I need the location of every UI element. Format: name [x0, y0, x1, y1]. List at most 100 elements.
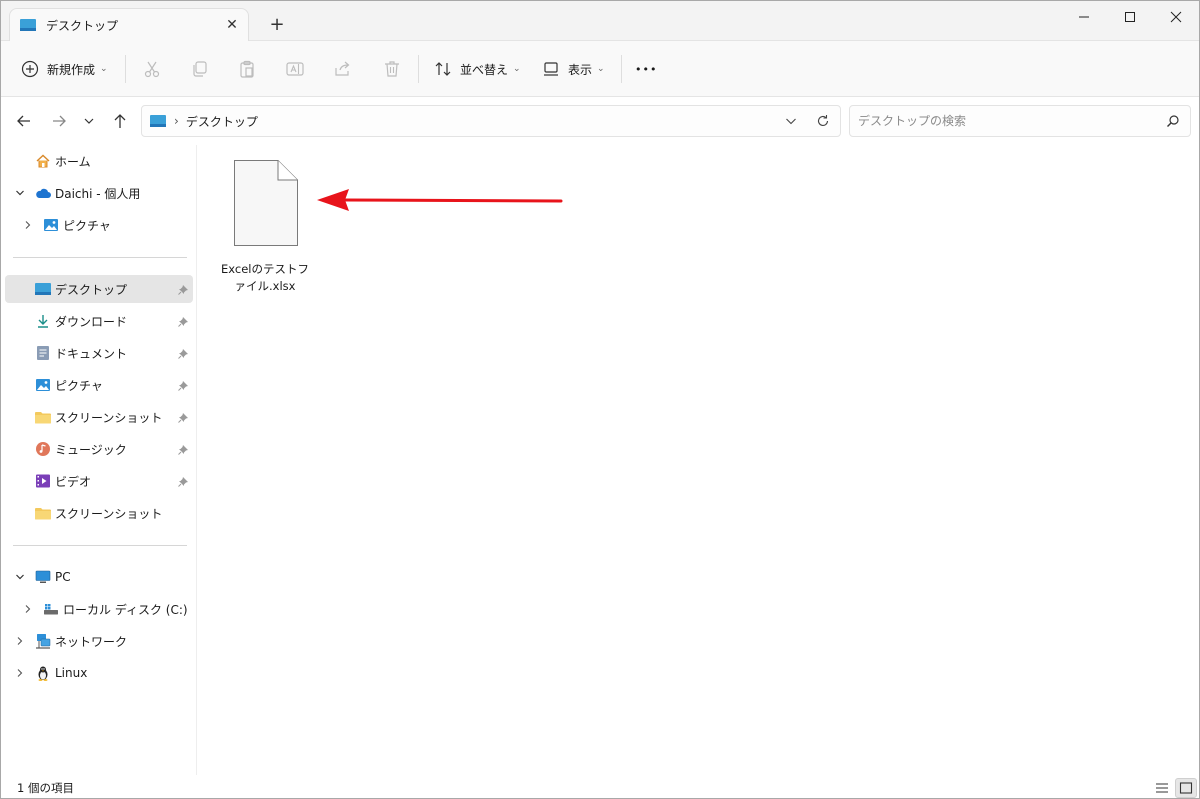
- sidebar-item-label: ピクチャ: [63, 218, 111, 233]
- forward-button[interactable]: [45, 107, 73, 135]
- command-bar: 新規作成 ⌄ 並べ替え ⌄ 表示 ⌄ •••: [1, 41, 1199, 97]
- search-icon[interactable]: [1166, 114, 1180, 131]
- sidebar-item-pictures[interactable]: ピクチャ: [5, 371, 193, 399]
- sidebar-item-onedrive-pictures[interactable]: ピクチャ: [5, 211, 193, 239]
- desktop-folder-icon: [35, 281, 51, 297]
- tab-close-button[interactable]: ✕: [216, 13, 248, 37]
- arrow-up-icon: [114, 114, 126, 128]
- large-icons-icon: [1179, 782, 1193, 794]
- pin-icon[interactable]: [177, 379, 189, 391]
- search-input[interactable]: [858, 114, 1148, 128]
- sidebar-item-home[interactable]: ホーム: [5, 147, 193, 175]
- view-button[interactable]: 表示 ⌄: [542, 53, 605, 85]
- pictures-icon: [43, 217, 59, 233]
- maximize-button[interactable]: [1107, 1, 1153, 33]
- minimize-button[interactable]: [1061, 1, 1107, 33]
- address-row: › デスクトップ: [1, 97, 1199, 145]
- sort-button-label: 並べ替え: [460, 62, 509, 77]
- copy-icon: [193, 61, 207, 77]
- blank-file-icon: [234, 160, 298, 246]
- refresh-button[interactable]: [812, 112, 834, 130]
- chevron-down-icon: [84, 118, 94, 124]
- desktop-folder-icon: [150, 115, 166, 127]
- paste-button[interactable]: [237, 53, 257, 85]
- sidebar-item-pc[interactable]: PC: [5, 563, 193, 591]
- red-arrow-annotation: [317, 189, 563, 211]
- pin-icon[interactable]: [177, 315, 189, 327]
- tab-title: デスクトップ: [46, 18, 119, 33]
- sidebar-item-local-disk[interactable]: ローカル ディスク (C:): [5, 595, 193, 623]
- rename-button[interactable]: [285, 53, 305, 85]
- pin-icon[interactable]: [177, 283, 189, 295]
- rename-icon: [286, 62, 304, 76]
- toolbar-divider: [418, 55, 419, 83]
- up-button[interactable]: [106, 107, 134, 135]
- sidebar-item-downloads[interactable]: ダウンロード: [5, 307, 193, 335]
- navigation-pane: ホーム Daichi - 個人用 ピクチャ デスクトップ ダウンロード ドキュメ…: [1, 145, 197, 775]
- sidebar-item-documents[interactable]: ドキュメント: [5, 339, 193, 367]
- delete-button[interactable]: [382, 53, 402, 85]
- sidebar-item-network[interactable]: ネットワーク: [5, 627, 193, 655]
- back-button[interactable]: [10, 107, 38, 135]
- chevron-down-icon[interactable]: [13, 186, 27, 200]
- status-bar: 1 個の項目: [1, 775, 1199, 798]
- sidebar-item-label: ピクチャ: [55, 378, 103, 393]
- download-icon: [35, 313, 51, 329]
- sidebar-item-onedrive[interactable]: Daichi - 個人用: [5, 179, 193, 207]
- recent-locations-button[interactable]: [75, 107, 103, 135]
- pc-icon: [35, 569, 51, 585]
- trash-icon: [385, 61, 399, 77]
- sidebar-item-label: ネットワーク: [55, 634, 128, 649]
- breadcrumb-desktop[interactable]: デスクトップ: [186, 113, 258, 130]
- more-options-button[interactable]: •••: [635, 53, 657, 85]
- chevron-right-icon[interactable]: [13, 666, 27, 680]
- sidebar-item-linux[interactable]: Linux: [5, 659, 193, 687]
- address-bar[interactable]: › デスクトップ: [141, 105, 841, 137]
- sidebar-item-music[interactable]: ミュージック: [5, 435, 193, 463]
- pin-icon[interactable]: [177, 443, 189, 455]
- chevron-right-icon[interactable]: [21, 602, 35, 616]
- copy-button[interactable]: [190, 53, 210, 85]
- share-button[interactable]: [333, 53, 353, 85]
- home-icon: [35, 153, 51, 169]
- close-icon: [1170, 11, 1182, 23]
- document-icon: [35, 345, 51, 361]
- onedrive-cloud-icon: [35, 185, 51, 201]
- sidebar-item-label: スクリーンショット: [55, 506, 163, 521]
- large-icons-view-button[interactable]: [1175, 778, 1197, 798]
- chevron-down-icon[interactable]: [13, 570, 27, 584]
- pin-icon[interactable]: [177, 475, 189, 487]
- chevron-right-icon[interactable]: [21, 218, 35, 232]
- sidebar-item-screenshots[interactable]: スクリーンショット: [5, 499, 193, 527]
- sidebar-item-label: ドキュメント: [55, 346, 128, 361]
- sidebar-divider: [13, 545, 187, 546]
- sidebar-item-screenshots-pinned[interactable]: スクリーンショット: [5, 403, 193, 431]
- details-list-icon: [1156, 783, 1168, 793]
- sort-arrows-icon: [435, 62, 451, 76]
- cut-button[interactable]: [142, 53, 162, 85]
- title-bar: デスクトップ ✕ +: [1, 1, 1199, 41]
- close-button[interactable]: [1153, 1, 1199, 33]
- sidebar-item-desktop[interactable]: デスクトップ: [5, 275, 193, 303]
- chevron-down-icon: ⌄: [597, 64, 605, 74]
- new-tab-button[interactable]: +: [263, 11, 291, 37]
- search-box[interactable]: [849, 105, 1191, 137]
- file-item[interactable]: Excelのテストファイル.xlsx: [217, 157, 313, 293]
- network-icon: [35, 633, 51, 649]
- pictures-icon: [35, 377, 51, 393]
- address-history-button[interactable]: [780, 112, 802, 130]
- details-view-button[interactable]: [1151, 778, 1173, 798]
- new-button[interactable]: 新規作成 ⌄: [21, 53, 108, 85]
- sidebar-item-label: ビデオ: [55, 474, 92, 489]
- sort-button[interactable]: 並べ替え ⌄: [434, 53, 521, 85]
- sidebar-item-videos[interactable]: ビデオ: [5, 467, 193, 495]
- desktop-folder-icon: [20, 19, 36, 31]
- monitor-view-icon: [544, 62, 558, 76]
- tab-desktop[interactable]: デスクトップ ✕: [9, 8, 249, 41]
- sidebar-divider: [13, 257, 187, 258]
- pin-icon[interactable]: [177, 411, 189, 423]
- breadcrumb-separator: ›: [174, 114, 179, 128]
- drive-icon: [43, 601, 59, 617]
- pin-icon[interactable]: [177, 347, 189, 359]
- chevron-right-icon[interactable]: [13, 634, 27, 648]
